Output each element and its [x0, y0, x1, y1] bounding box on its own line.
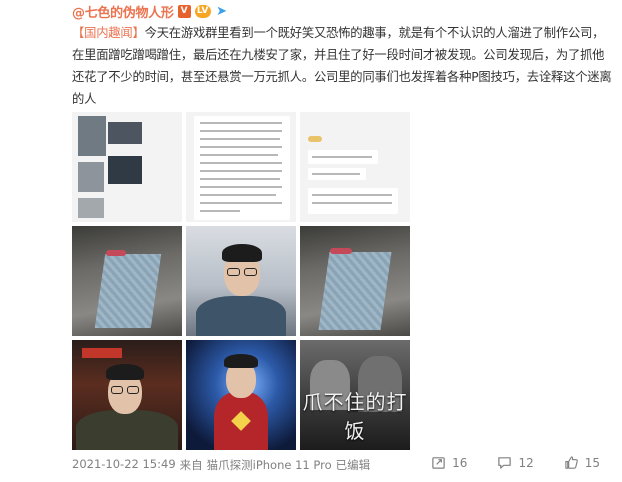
- glasses-icon: [111, 386, 123, 394]
- floor-mat: [318, 252, 392, 330]
- photo-fragment: [78, 116, 106, 156]
- thumbs-up-icon: [565, 456, 578, 469]
- mat-pillow: [330, 248, 352, 254]
- post-actions: 16 12 15: [431, 455, 600, 470]
- post-content: 【国内趣闻】今天在游戏群里看到一个既好笑又恐怖的趣事，就是有个不认识的人溜进了制…: [72, 22, 612, 110]
- post-author-row: @七色的伪物人形 V LV ➤: [72, 2, 229, 21]
- image-thumb-2[interactable]: [186, 112, 296, 222]
- text-line: [200, 162, 282, 164]
- person-hair: [224, 354, 258, 368]
- photo-fragment: [78, 198, 104, 218]
- source-prefix: 来自: [179, 458, 203, 472]
- verified-badge-icon: V: [177, 4, 191, 18]
- comment-icon: [498, 457, 512, 469]
- glasses-icon: [127, 386, 139, 394]
- post-timestamp[interactable]: 2021-10-22 15:49: [72, 457, 176, 473]
- post-text: 今天在游戏群里看到一个既好笑又恐怖的趣事，就是有个不认识的人溜进了制作公司，在里…: [72, 26, 612, 106]
- comment-count: 12: [518, 455, 534, 470]
- image-thumb-6[interactable]: [300, 226, 410, 336]
- image-thumb-8[interactable]: [186, 340, 296, 450]
- image-thumb-3[interactable]: [300, 112, 410, 222]
- person-body: [196, 296, 286, 336]
- text-line: [200, 170, 282, 172]
- text-line: [200, 178, 280, 180]
- mat-pillow: [106, 250, 126, 256]
- like-button[interactable]: 15: [564, 455, 600, 470]
- emoji-icon: [308, 136, 322, 142]
- edited-label[interactable]: 已编辑: [336, 457, 371, 473]
- text-line: [312, 173, 360, 175]
- text-line: [200, 130, 282, 132]
- post-source[interactable]: 猫爪探测iPhone 11 Pro: [207, 457, 332, 473]
- text-line: [200, 202, 282, 204]
- repost-icon: [432, 457, 445, 469]
- photo-fragment: [78, 162, 104, 192]
- poster-label: [82, 348, 122, 358]
- glasses-icon: [244, 268, 257, 276]
- paper-plane-icon: ➤: [216, 3, 228, 19]
- text-line: [312, 156, 372, 158]
- text-line: [200, 122, 282, 124]
- text-line: [312, 202, 392, 204]
- text-line: [200, 186, 282, 188]
- author-name[interactable]: @七色的伪物人形: [72, 2, 174, 21]
- text-line: [200, 146, 282, 148]
- poster-caption: 爪不住的打饭: [302, 390, 408, 443]
- text-line: [200, 138, 280, 140]
- text-line: [200, 154, 278, 156]
- photo-fragment: [108, 122, 142, 144]
- text-line: [200, 210, 240, 212]
- like-count: 15: [584, 455, 600, 470]
- glasses-icon: [227, 268, 240, 276]
- photo-fragment: [108, 156, 142, 184]
- person-hair: [106, 364, 144, 380]
- text-line: [312, 194, 392, 196]
- repost-count: 16: [452, 455, 468, 470]
- comment-button[interactable]: 12: [497, 455, 534, 470]
- image-thumb-9[interactable]: 爪不住的打饭: [300, 340, 410, 450]
- level-badge-icon: LV: [194, 4, 211, 18]
- repost-button[interactable]: 16: [431, 455, 467, 470]
- chat-bubble: [308, 188, 398, 214]
- image-thumb-4[interactable]: [72, 226, 182, 336]
- image-thumb-7[interactable]: [72, 340, 182, 450]
- topic-tag[interactable]: 【国内趣闻】: [72, 26, 145, 40]
- text-line: [200, 194, 276, 196]
- image-thumb-1[interactable]: [72, 112, 182, 222]
- floor-mat: [94, 254, 162, 328]
- person-body: [76, 410, 178, 450]
- person-hair: [222, 244, 262, 262]
- image-thumb-5[interactable]: [186, 226, 296, 336]
